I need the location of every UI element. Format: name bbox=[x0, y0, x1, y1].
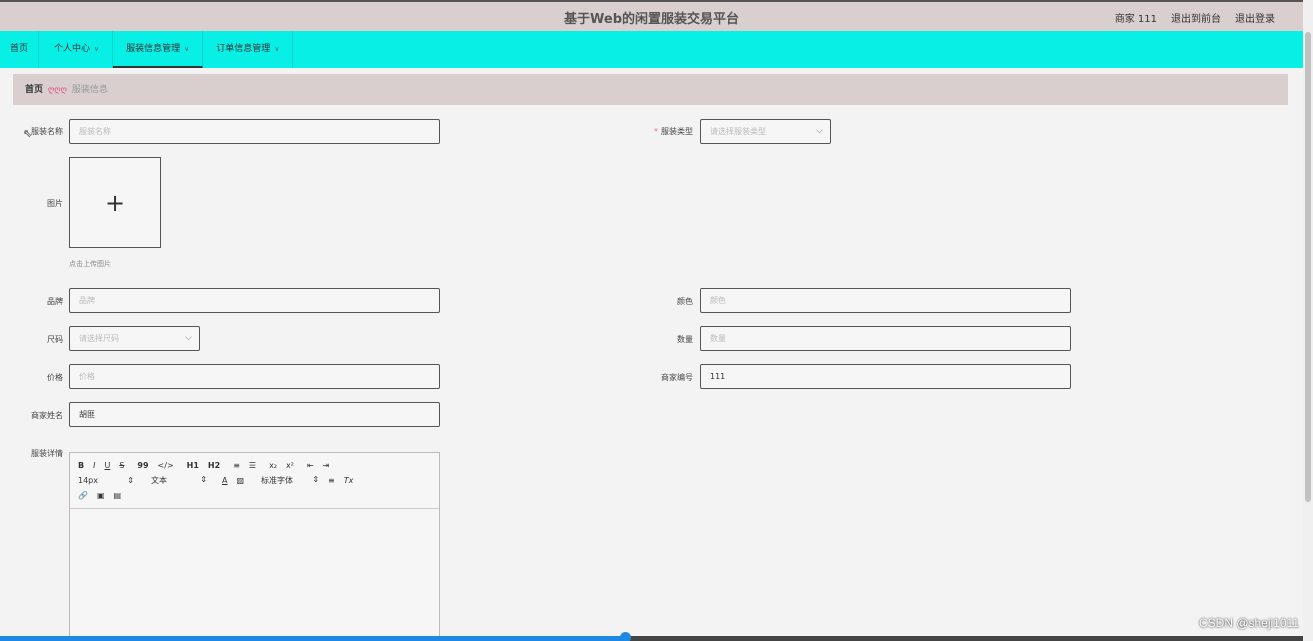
rich-text-editor: B I U S 99 </> H1 H2 ≡ ☰ x₂ x² ⇤ ⇥ 14px ⇕… bbox=[69, 452, 440, 636]
nav-label: 个人中心 bbox=[54, 44, 91, 54]
superscript-button[interactable]: x² bbox=[286, 461, 294, 470]
merchant-no-label: 商家编号 bbox=[661, 373, 693, 382]
font-family-select[interactable]: 标准字体 ⇕ bbox=[261, 475, 319, 486]
header-actions: 商家 111 退出到前台 退出登录 bbox=[1115, 10, 1275, 25]
quantity-label: 数量 bbox=[677, 335, 693, 344]
size-label: 尺码 bbox=[47, 335, 63, 344]
italic-button[interactable]: I bbox=[93, 461, 95, 470]
clothing-type-select[interactable]: 请选择服装类型 ⌵ bbox=[700, 119, 831, 144]
bullet-list-button[interactable]: ☰ bbox=[249, 461, 256, 470]
toolbar-row: B I U S 99 </> H1 H2 ≡ ☰ x₂ x² ⇤ ⇥ bbox=[78, 458, 431, 473]
logout-link[interactable]: 退出登录 bbox=[1235, 10, 1275, 25]
breadcrumb: 首页 ღღღ 服装信息 bbox=[13, 74, 1288, 105]
quantity-input[interactable]: 数量 bbox=[700, 326, 1071, 351]
chevron-down-icon: ⌵ bbox=[816, 126, 823, 136]
chevron-down-icon: ∨ bbox=[274, 45, 280, 53]
blockquote-button[interactable]: 99 bbox=[137, 461, 148, 470]
code-button[interactable]: </> bbox=[158, 461, 174, 470]
top-header: 基于Web的闲置服装交易平台 商家 111 退出到前台 退出登录 bbox=[0, 0, 1303, 31]
image-upload-box[interactable]: + bbox=[69, 157, 161, 248]
type-placeholder: 请选择服装类型 bbox=[710, 127, 766, 136]
merchant-name-label: 商家姓名 bbox=[31, 411, 63, 420]
image-icon[interactable]: ▣ bbox=[97, 491, 105, 500]
outdent-button[interactable]: ⇤ bbox=[307, 461, 314, 470]
image-label: 图片 bbox=[47, 199, 63, 208]
mouse-cursor-icon: ⇖ bbox=[23, 127, 33, 140]
current-user: 商家 111 bbox=[1114, 14, 1157, 25]
merchant-name-input[interactable]: 胡匪 bbox=[69, 402, 440, 427]
toolbar-row: 14px ⇕ 文本 ⇕ A ▨ 标准字体 ⇕ ≡ Tx bbox=[78, 473, 431, 488]
color-input[interactable]: 颜色 bbox=[700, 288, 1071, 313]
type-label-text: 服装类型 bbox=[661, 127, 693, 136]
nav-item-order-management[interactable]: 订单信息管理 ∨ bbox=[203, 31, 294, 68]
breadcrumb-home[interactable]: 首页 bbox=[25, 85, 43, 95]
font-size-select[interactable]: 14px ⇕ bbox=[78, 476, 134, 485]
font-size-value: 14px bbox=[78, 476, 98, 485]
main-nav: 首页 个人中心 ∨ 服装信息管理 ∨ 订单信息管理 ∨ bbox=[0, 31, 1303, 68]
nav-label: 服装信息管理 bbox=[126, 44, 181, 54]
progress-knob[interactable] bbox=[620, 632, 631, 641]
color-label: 颜色 bbox=[677, 297, 693, 306]
updown-icon: ⇕ bbox=[312, 475, 320, 484]
front-page-link[interactable]: 退出到前台 bbox=[1171, 10, 1221, 25]
price-input[interactable]: 价格 bbox=[69, 364, 440, 389]
upload-tip: 点击上传图片 bbox=[69, 260, 111, 268]
background-color-icon[interactable]: ▨ bbox=[236, 476, 244, 485]
nav-item-clothing-management[interactable]: 服装信息管理 ∨ bbox=[113, 31, 204, 68]
h2-button[interactable]: H2 bbox=[208, 461, 220, 470]
underline-button[interactable]: U bbox=[104, 461, 110, 470]
nav-label: 首页 bbox=[10, 44, 29, 54]
scrollbar-thumb[interactable] bbox=[1305, 32, 1311, 502]
brand-input[interactable]: 品牌 bbox=[69, 288, 440, 313]
subscript-button[interactable]: x₂ bbox=[269, 461, 277, 470]
breadcrumb-current: 服装信息 bbox=[71, 85, 108, 95]
clothing-name-input[interactable]: 服装名称 bbox=[69, 119, 440, 144]
align-icon[interactable]: ≡ bbox=[328, 476, 335, 485]
detail-label: 服装详情 bbox=[31, 449, 63, 458]
ordered-list-button[interactable]: ≡ bbox=[233, 461, 240, 470]
strike-button[interactable]: S bbox=[119, 461, 124, 470]
updown-icon: ⇕ bbox=[200, 475, 207, 484]
brand-label: 品牌 bbox=[47, 297, 63, 306]
video-progress-bar[interactable] bbox=[0, 632, 1303, 641]
indent-button[interactable]: ⇥ bbox=[323, 461, 330, 470]
video-icon[interactable]: ▤ bbox=[114, 491, 122, 500]
header-value: 文本 bbox=[151, 476, 167, 485]
price-label: 价格 bbox=[47, 373, 63, 382]
h1-button[interactable]: H1 bbox=[187, 461, 199, 470]
editor-toolbar: B I U S 99 </> H1 H2 ≡ ☰ x₂ x² ⇤ ⇥ 14px ⇕… bbox=[70, 453, 439, 509]
bold-button[interactable]: B bbox=[78, 461, 84, 470]
chevron-down-icon: ∨ bbox=[184, 45, 190, 53]
link-icon[interactable]: 🔗 bbox=[78, 491, 88, 500]
size-placeholder: 请选择尺码 bbox=[79, 334, 119, 343]
main-content: 首页 ღღღ 服装信息 服装名称 服装名称 * 服装类型 请选择服装类型 ⌵ 图片 + … bbox=[0, 68, 1303, 636]
header-select[interactable]: 文本 ⇕ bbox=[151, 475, 207, 486]
clear-format-button[interactable]: Tx bbox=[344, 476, 354, 485]
font-family-value: 标准字体 bbox=[261, 476, 294, 485]
breadcrumb-separator: ღღღ bbox=[48, 85, 67, 94]
toolbar-row: 🔗 ▣ ▤ bbox=[78, 488, 431, 503]
nav-item-personal-center[interactable]: 个人中心 ∨ bbox=[39, 31, 114, 68]
plus-icon: + bbox=[104, 188, 126, 217]
size-select[interactable]: 请选择尺码 ⌵ bbox=[69, 326, 200, 351]
merchant-no-input[interactable]: 111 bbox=[700, 364, 1071, 389]
watermark: CSDN @sheji1011 bbox=[1198, 616, 1299, 630]
progress-fill bbox=[0, 636, 625, 641]
nav-label: 订单信息管理 bbox=[216, 44, 271, 54]
chevron-down-icon: ∨ bbox=[94, 45, 100, 53]
app-title: 基于Web的闲置服装交易平台 bbox=[564, 12, 739, 27]
font-color-button[interactable]: A bbox=[222, 476, 227, 485]
nav-item-home[interactable]: 首页 bbox=[0, 31, 40, 68]
required-mark: * bbox=[654, 127, 658, 136]
updown-icon: ⇕ bbox=[127, 476, 134, 485]
chevron-down-icon: ⌵ bbox=[185, 333, 192, 343]
type-label: * 服装类型 bbox=[640, 126, 693, 137]
